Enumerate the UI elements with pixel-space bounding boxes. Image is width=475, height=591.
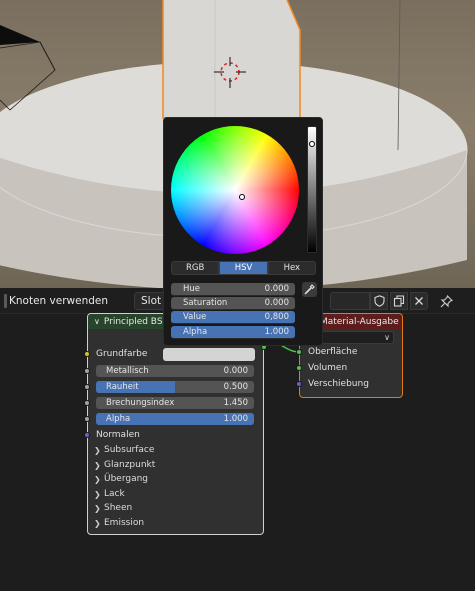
color-picker-popup[interactable]: RGB HSV Hex Hue 0.000 Saturation 0.000 V…: [163, 117, 323, 346]
surface-row: Oberfläche: [296, 345, 402, 359]
chevron-right-icon: ❯: [94, 445, 101, 455]
base-color-row: Grundfarbe: [84, 347, 263, 361]
value-value: 0,800: [264, 312, 289, 322]
alpha-label: Alpha: [106, 414, 131, 424]
alpha-socket[interactable]: [84, 416, 90, 422]
wheel-cursor[interactable]: [239, 194, 245, 200]
roughness-slider[interactable]: Rauheit 0.500: [96, 381, 254, 393]
panel-label: Emission: [104, 518, 145, 528]
panel-coat[interactable]: ❯ Lack: [94, 487, 125, 501]
unlink-material-button[interactable]: [410, 292, 428, 310]
selected-object[interactable]: [162, 0, 301, 119]
output-node-title: Material-Ausgabe: [320, 316, 399, 327]
metallic-row: Metallisch 0.000: [84, 364, 263, 378]
alpha-slider[interactable]: Alpha 1.000: [96, 413, 254, 425]
value-slider-cursor[interactable]: [309, 141, 315, 147]
use-nodes-checkbox[interactable]: [4, 294, 7, 308]
base-color-swatch[interactable]: [163, 348, 255, 361]
eyedropper-icon: [304, 284, 315, 295]
hue-label: Hue: [183, 284, 201, 294]
panel-label: Sheen: [104, 503, 133, 513]
surface-label: Oberfläche: [308, 347, 358, 357]
hue-saturation-wheel[interactable]: [171, 126, 299, 254]
volume-row: Volumen: [296, 361, 402, 375]
roughness-row: Rauheit 0.500: [84, 380, 263, 394]
pin-button[interactable]: [437, 292, 455, 310]
alpha-row: Alpha 1.000: [84, 412, 263, 426]
alpha-field[interactable]: Alpha 1.000: [171, 326, 295, 339]
metallic-label: Metallisch: [106, 366, 149, 376]
volume-socket[interactable]: [296, 365, 302, 371]
shield-icon: [373, 295, 385, 307]
displacement-socket[interactable]: [296, 381, 302, 387]
tab-hsv[interactable]: HSV: [219, 261, 268, 275]
panel-label: Subsurface: [104, 445, 155, 455]
saturation-field[interactable]: Saturation 0.000: [171, 297, 295, 310]
value-field[interactable]: Value 0,800: [171, 311, 295, 324]
metallic-value: 0.000: [223, 366, 248, 376]
ior-socket[interactable]: [84, 400, 90, 406]
ior-slider[interactable]: Brechungsindex 1.450: [96, 397, 254, 409]
eyedropper-button[interactable]: [302, 282, 317, 297]
surface-socket[interactable]: [296, 349, 302, 355]
chevron-right-icon: ❯: [94, 503, 101, 513]
base-color-socket[interactable]: [84, 351, 90, 357]
hue-value: 0.000: [264, 284, 289, 294]
use-nodes-label: Knoten verwenden: [9, 295, 109, 307]
alpha-value: 1.000: [223, 414, 248, 424]
saturation-label: Saturation: [183, 298, 228, 308]
roughness-label: Rauheit: [106, 382, 139, 392]
volume-label: Volumen: [308, 363, 348, 373]
metallic-slider[interactable]: Metallisch 0.000: [96, 365, 254, 377]
panel-subsurface[interactable]: ❯ Subsurface: [94, 443, 154, 457]
panel-label: Übergang: [104, 474, 149, 484]
roughness-value: 0.500: [223, 382, 248, 392]
picker-alpha-value: 1.000: [264, 327, 289, 337]
close-icon: [415, 297, 423, 305]
fake-user-button[interactable]: [370, 292, 388, 310]
color-mode-tabs: RGB HSV Hex: [171, 261, 316, 275]
metallic-socket[interactable]: [84, 368, 90, 374]
tab-rgb[interactable]: RGB: [171, 261, 220, 275]
camera-triangle: [0, 25, 40, 45]
roughness-socket[interactable]: [84, 384, 90, 390]
chevron-down-icon[interactable]: ∨: [94, 317, 100, 326]
panel-emission[interactable]: ❯ Emission: [94, 516, 144, 530]
picker-alpha-label: Alpha: [183, 327, 208, 337]
base-color-label: Grundfarbe: [96, 349, 148, 359]
ior-value: 1.450: [223, 398, 248, 408]
displacement-row: Verschiebung: [296, 377, 402, 391]
normal-socket[interactable]: [84, 432, 90, 438]
value-label: Value: [183, 312, 207, 322]
panel-specular[interactable]: ❯ Glanzpunkt: [94, 458, 155, 472]
value-slider[interactable]: [307, 126, 317, 253]
panel-label: Lack: [104, 489, 125, 499]
panel-label: Glanzpunkt: [104, 460, 156, 470]
chevron-right-icon: ❯: [94, 518, 101, 528]
chevron-right-icon: ❯: [94, 489, 101, 499]
tab-hex[interactable]: Hex: [267, 261, 316, 275]
panel-transmission[interactable]: ❯ Übergang: [94, 472, 148, 486]
use-nodes-toggle[interactable]: Knoten verwenden: [0, 292, 108, 310]
hue-field[interactable]: Hue 0.000: [171, 283, 295, 296]
chevron-right-icon: ❯: [94, 474, 101, 484]
ior-row: Brechungsindex 1.450: [84, 396, 263, 410]
normal-row: Normalen: [84, 428, 263, 442]
panel-sheen[interactable]: ❯ Sheen: [94, 501, 132, 515]
displacement-label: Verschiebung: [308, 379, 369, 389]
pin-icon: [440, 294, 453, 307]
principled-bsdf-node[interactable]: ∨ Principled BSDF Grundfarbe Metallisch …: [84, 313, 267, 535]
chevron-right-icon: ❯: [94, 460, 101, 470]
slot-label: Slot: [141, 295, 162, 307]
saturation-value: 0.000: [264, 298, 289, 308]
chevron-down-icon: ∨: [384, 333, 390, 342]
normal-label: Normalen: [96, 430, 140, 440]
material-name-field[interactable]: [330, 292, 370, 310]
ior-label: Brechungsindex: [106, 398, 175, 408]
copy-icon: [393, 295, 405, 307]
duplicate-material-button[interactable]: [390, 292, 408, 310]
